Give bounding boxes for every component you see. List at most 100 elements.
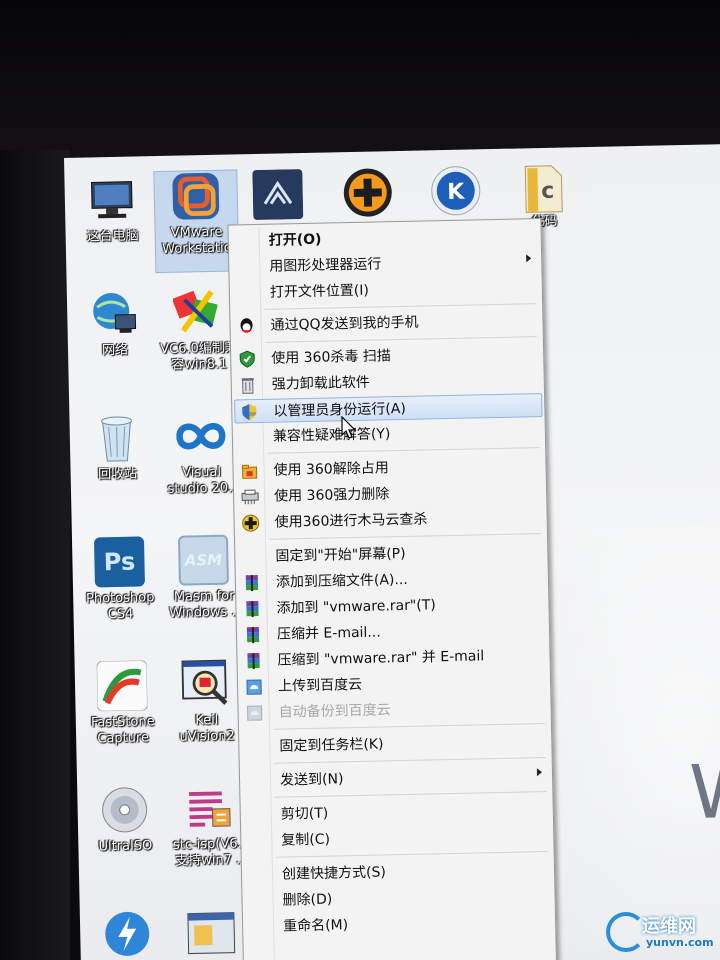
vc6-shortcut[interactable]: VC6.0编制兼 容win8.1 [157,286,241,374]
menu-separator [275,851,548,858]
keil-shortcut[interactable]: Keil uVision2 [165,658,249,746]
menu-item-add-to-archive[interactable]: 添加到压缩文件(A)... [238,565,546,595]
winrar-icon [243,574,261,592]
vmware-label-2: Workstatio [162,240,232,257]
baidu-cloud-icon [245,704,263,722]
menu-item-label: 通过QQ发送到我的手机 [270,314,419,334]
recycle-bin-icon [91,412,142,463]
menu-item-label: 以管理员身份运行(A) [273,400,407,420]
visual-studio-icon [175,411,226,462]
menu-item-label: 打开(O) [268,231,322,249]
vmware-icon [170,171,221,222]
menu-item-run-as-admin[interactable]: 以管理员身份运行(A) [234,393,543,424]
submenu-arrow-icon [526,254,532,263]
partial-shortcut-2[interactable] [170,906,253,960]
qq-icon [237,317,255,335]
k-app-icon[interactable]: K [428,163,483,218]
menu-item-delete[interactable]: 删除(D) [244,883,552,913]
faststone-shortcut[interactable]: FastStone Capture [81,660,165,748]
menu-item-create-shortcut[interactable]: 创建快捷方式(S) [244,857,552,887]
menu-item-360-cloud-scan[interactable]: 使用360进行木马云查杀 [236,505,544,535]
menu-item-label: 固定到"开始"屏幕(P) [275,545,406,565]
photoshop-label-1: Photoshop [85,590,155,607]
context-menu: 打开(O) 用图形处理器运行 打开文件位置(I) 通过QQ发送到我的手机 使用 … [227,218,558,960]
menu-separator [272,723,545,730]
network-label: 网络 [101,342,129,359]
menu-item-label: 打开文件位置(I) [269,282,370,301]
menu-item-copy[interactable]: 复制(C) [243,823,551,853]
menu-item-label: 创建快捷方式(S) [281,864,387,883]
menu-item-360-scan[interactable]: 使用 360杀毒 扫描 [233,341,541,371]
menu-item-label: 复制(C) [281,831,331,849]
vc6-icon [172,287,224,338]
photoshop-label-2: CS4 [107,606,134,623]
menu-item-compat-troubleshoot[interactable]: 兼容性疑难解答(Y) [235,419,543,449]
menu-item-compress-and-email[interactable]: 压缩并 E-mail... [239,617,547,647]
winrar-icon [244,652,262,670]
keil-label-1: Keil [195,712,219,729]
masm-shortcut[interactable]: ASM Masm for Windows .. [162,534,246,622]
menu-item-upload-baidu-cloud[interactable]: 上传到百度云 [240,669,548,699]
menu-item-label: 上传到百度云 [277,676,363,695]
menu-item-rename[interactable]: 重命名(M) [245,909,553,939]
menu-item-compress-to-vmware-rar-email[interactable]: 压缩到 "vmware.rar" 并 E-mail [239,643,547,673]
menu-item-360-force-delete[interactable]: 使用 360强力删除 [236,479,544,509]
menu-item-add-to-vmware-rar[interactable]: 添加到 "vmware.rar"(T) [238,591,546,621]
svg-text:c: c [541,179,555,204]
menu-item-send-to[interactable]: 发送到(N) [242,763,550,793]
menu-item-pin-to-start[interactable]: 固定到"开始"屏幕(P) [237,539,545,569]
stc-isp-label-1: stc-isp(V6.. [172,836,246,853]
photoshop-shortcut[interactable]: Ps Photoshop CS4 [78,536,162,624]
menu-item-force-uninstall[interactable]: 强力卸载此软件 [234,367,542,397]
network-shortcut[interactable]: 网络 [73,288,156,360]
menu-item-label: 压缩到 "vmware.rar" 并 E-mail [277,648,485,669]
menu-item-label: 发送到(N) [279,771,344,789]
menu-separator [274,791,547,798]
ultraiso-label: UltraISO [98,838,153,855]
winrar-icon [244,626,262,644]
network-icon [89,288,140,339]
menu-item-label: 删除(D) [282,891,333,909]
computer-icon [86,174,137,225]
menu-item-auto-backup-baidu-cloud[interactable]: 自动备份到百度云 [240,695,548,725]
menu-item-run-with-gpu[interactable]: 用图形处理器运行 [231,249,539,279]
menu-item-label: 用图形处理器运行 [269,256,382,275]
stc-isp-shortcut[interactable]: stc-isp(V6.. 支持win7 .. [167,782,251,870]
menu-item-label: 添加到压缩文件(A)... [275,571,408,591]
ultraiso-shortcut[interactable]: UltraISO [83,784,166,856]
faststone-label-2: Capture [97,730,150,747]
menu-item-label: 添加到 "vmware.rar"(T) [276,597,436,617]
keil-icon [181,659,232,710]
this-pc-shortcut[interactable]: 这台电脑 [70,174,153,246]
menu-item-label: 重命名(M) [282,917,349,935]
partial-shortcut-1[interactable] [86,908,169,960]
menu-item-label: 兼容性疑难解答(Y) [272,426,391,445]
menu-item-pin-to-taskbar[interactable]: 固定到任务栏(K) [241,729,549,759]
ultraiso-icon [99,784,150,835]
winrar-icon [243,600,261,618]
menu-item-send-via-qq[interactable]: 通过QQ发送到我的手机 [232,308,540,338]
menu-item-label: 使用 360杀毒 扫描 [271,348,392,367]
360-guard-icon[interactable] [340,165,395,220]
code-file-icon[interactable]: c [516,161,571,216]
this-pc-label: 这台电脑 [86,228,139,245]
masm-label-1: Masm for [173,588,235,605]
menu-separator [267,447,540,454]
dev-tool-icon[interactable] [250,167,305,222]
vmware-shortcut[interactable]: VMware Workstatio [153,169,240,274]
recycle-bin-shortcut[interactable]: 回收站 [75,412,158,484]
menu-item-open-file-location[interactable]: 打开文件位置(I) [232,275,540,305]
menu-item-open[interactable]: 打开(O) [231,223,539,253]
baidu-cloud-icon [245,678,263,696]
menu-item-cut[interactable]: 剪切(T) [243,797,551,827]
menu-item-label: 固定到任务栏(K) [279,736,384,755]
visual-studio-shortcut[interactable]: Visual studio 20.. [159,410,243,498]
vmware-label-1: VMware [170,224,223,241]
360-unlock-icon [240,462,258,480]
trash-icon [239,376,257,394]
menu-separator [269,533,541,540]
uac-shield-icon [240,403,258,421]
menu-item-360-unlock[interactable]: 使用 360解除占用 [235,453,543,483]
photoshop-icon: Ps [93,536,145,588]
stc-isp-label-2: 支持win7 .. [175,852,245,869]
